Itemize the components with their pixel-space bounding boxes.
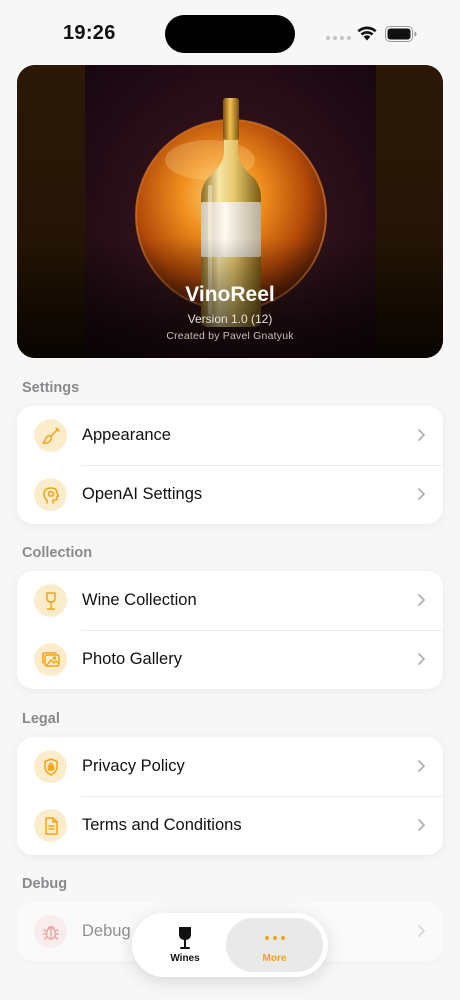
row-label: Privacy Policy — [82, 757, 185, 775]
row-privacy-policy[interactable]: Privacy Policy — [17, 737, 443, 796]
row-terms-and-conditions[interactable]: Terms and Conditions — [17, 796, 443, 855]
app-version: Version 1.0 (12) — [187, 312, 273, 326]
tab-label: More — [262, 953, 287, 964]
battery-icon — [385, 26, 417, 42]
app-info-banner: VinoReel Version 1.0 (12) Created by Pav… — [17, 65, 443, 358]
app-credit: Created by Pavel Gnatyuk — [166, 330, 294, 342]
chevron-right-icon — [418, 819, 425, 831]
wine-glass-icon — [34, 584, 67, 617]
wine-glass-icon — [179, 927, 191, 949]
ellipsis-icon — [264, 926, 285, 950]
bug-icon — [34, 915, 67, 948]
chevron-right-icon — [418, 488, 425, 500]
row-label: Appearance — [82, 426, 171, 444]
settings-card: Appearance OpenAI Settings — [17, 406, 443, 524]
tab-label: Wines — [170, 953, 200, 964]
row-label: Photo Gallery — [82, 650, 182, 668]
section-header-collection: Collection — [22, 545, 93, 561]
row-wine-collection[interactable]: Wine Collection — [17, 571, 443, 630]
shield-lock-icon — [34, 750, 67, 783]
row-label: Debug — [82, 922, 131, 940]
tab-more[interactable]: More — [226, 918, 323, 972]
more-screen: 19:26 VinoReel Version 1.0 (12) Created … — [0, 0, 460, 1000]
status-time: 19:26 — [63, 22, 116, 44]
row-appearance[interactable]: Appearance — [17, 406, 443, 465]
tab-bar: Wines More — [132, 913, 328, 977]
dynamic-island — [165, 15, 295, 53]
section-header-debug: Debug — [22, 876, 68, 892]
collection-card: Wine Collection Photo Gallery — [17, 571, 443, 689]
row-openai-settings[interactable]: OpenAI Settings — [17, 465, 443, 524]
chevron-right-icon — [418, 760, 425, 772]
row-photo-gallery[interactable]: Photo Gallery — [17, 630, 443, 689]
section-header-legal: Legal — [22, 711, 60, 727]
chevron-right-icon — [418, 653, 425, 665]
wifi-icon — [357, 26, 377, 41]
chevron-right-icon — [418, 594, 425, 606]
brain-head-icon — [34, 478, 67, 511]
chevron-right-icon — [418, 429, 425, 441]
cellular-signal-icon — [326, 36, 351, 40]
photo-gallery-icon — [34, 643, 67, 676]
document-icon — [34, 809, 67, 842]
row-label: OpenAI Settings — [82, 485, 203, 503]
row-label: Wine Collection — [82, 591, 197, 609]
chevron-right-icon — [418, 925, 425, 937]
status-bar: 19:26 — [0, 0, 460, 62]
row-label: Terms and Conditions — [82, 816, 242, 834]
legal-card: Privacy Policy Terms and Conditions — [17, 737, 443, 855]
tab-wines[interactable]: Wines — [138, 918, 232, 972]
app-name: VinoReel — [185, 283, 275, 306]
paintbrush-icon — [34, 419, 67, 452]
section-header-settings: Settings — [22, 380, 80, 396]
